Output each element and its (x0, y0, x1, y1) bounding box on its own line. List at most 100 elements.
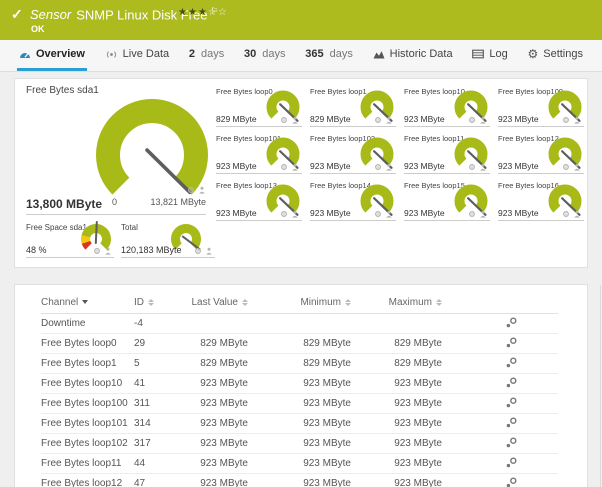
tab-365-days[interactable]: 365 days (303, 40, 355, 71)
edit-channel-icon[interactable] (505, 456, 518, 469)
tab-overview[interactable]: Overview (17, 40, 87, 71)
cell-channel[interactable]: Free Bytes loop100 (41, 398, 134, 409)
gauge-value: 829 MByte (216, 114, 257, 124)
column-header-maximum[interactable]: Maximum (351, 297, 442, 308)
gauge-tile-primary[interactable]: Free Bytes sda1 0 13,821 MByte 13,800 MB… (26, 85, 208, 215)
table-row-free-bytes-loop101[interactable]: Free Bytes loop101 314 923 MByte 923 MByte 9… (41, 414, 558, 434)
edit-channel-icon[interactable] (505, 336, 518, 349)
table-row-free-bytes-loop12[interactable]: Free Bytes loop12 47 923 MByte 923 MByte 923… (41, 474, 558, 487)
gauge-tile-free-bytes-loop13[interactable]: Free Bytes loop13 923 MByte (216, 181, 302, 221)
channel-pin-icon[interactable] (479, 116, 487, 124)
sensor-header: ✓ Sensor SNMP Linux Disk Free ⚐ ★★★☆☆ OK (0, 0, 602, 40)
channel-pin-icon[interactable] (291, 163, 299, 171)
cell-channel[interactable]: Free Bytes loop10 (41, 378, 134, 389)
tab-historic-data[interactable]: Historic Data (371, 40, 455, 71)
channel-settings-icon[interactable] (562, 163, 570, 171)
cell-channel[interactable]: Free Bytes loop1 (41, 358, 134, 369)
column-header-id[interactable]: ID (134, 297, 188, 308)
channel-pin-icon[interactable] (479, 210, 487, 218)
channel-settings-icon[interactable] (280, 116, 288, 124)
channel-pin-icon[interactable] (198, 186, 206, 194)
channel-pin-icon[interactable] (291, 116, 299, 124)
table-row-free-bytes-loop102[interactable]: Free Bytes loop102 317 923 MByte 923 MByte 9… (41, 434, 558, 454)
edit-channel-icon[interactable] (505, 436, 518, 449)
gauge-value: 923 MByte (404, 114, 445, 124)
gauge-tile-free-bytes-loop12[interactable]: Free Bytes loop12 923 MByte (498, 134, 584, 174)
edit-channel-icon[interactable] (505, 476, 518, 487)
channel-pin-icon[interactable] (573, 116, 581, 124)
column-header-channel[interactable]: Channel (41, 297, 134, 308)
tab-live-data[interactable]: Live Data (103, 40, 171, 71)
channel-settings-icon[interactable] (93, 247, 101, 255)
priority-stars[interactable]: ★★★☆☆ (178, 7, 228, 18)
channel-settings-icon[interactable] (562, 210, 570, 218)
star-empty-icon[interactable]: ☆ (208, 7, 218, 18)
cell-channel[interactable]: Free Bytes loop102 (41, 438, 134, 449)
column-header-minimum[interactable]: Minimum (248, 297, 351, 308)
channel-settings-icon[interactable] (374, 163, 382, 171)
channel-settings-icon[interactable] (187, 186, 195, 194)
channel-settings-icon[interactable] (468, 116, 476, 124)
edit-channel-icon[interactable] (505, 376, 518, 389)
tab-30-days[interactable]: 30 days (242, 40, 288, 71)
star-filled-icon[interactable]: ★ (178, 7, 188, 18)
gauge-tile-free-bytes-loop14[interactable]: Free Bytes loop14 923 MByte (310, 181, 396, 221)
channel-settings-icon[interactable] (468, 210, 476, 218)
cell-min: 923 MByte (303, 418, 351, 429)
edit-channel-icon[interactable] (505, 356, 518, 369)
cell-min: 829 MByte (303, 358, 351, 369)
tab-2-days[interactable]: 2 days (187, 40, 226, 71)
cell-max: 923 MByte (394, 438, 442, 449)
table-row-free-bytes-loop0[interactable]: Free Bytes loop0 29 829 MByte 829 MByte 829 … (41, 334, 558, 354)
channel-settings-icon[interactable] (468, 163, 476, 171)
star-empty-icon[interactable]: ☆ (218, 7, 228, 18)
channel-settings-icon[interactable] (194, 247, 202, 255)
star-filled-icon[interactable]: ★ (188, 7, 198, 18)
cell-channel[interactable]: Downtime (41, 318, 134, 329)
edit-channel-icon[interactable] (505, 316, 518, 329)
channel-pin-icon[interactable] (479, 163, 487, 171)
cell-channel[interactable]: Free Bytes loop11 (41, 458, 134, 469)
cell-id: 41 (134, 378, 146, 389)
channel-pin-icon[interactable] (573, 210, 581, 218)
channel-pin-icon[interactable] (385, 163, 393, 171)
channel-settings-icon[interactable] (280, 163, 288, 171)
channel-settings-icon[interactable] (374, 210, 382, 218)
channel-pin-icon[interactable] (385, 116, 393, 124)
gauge-tile-total[interactable]: Total 120,183 MByte (121, 223, 215, 258)
tab-log[interactable]: Log (470, 40, 509, 71)
tab-settings[interactable]: ⚙ Settings (525, 40, 585, 71)
channel-pin-icon[interactable] (291, 210, 299, 218)
channel-settings-icon[interactable] (280, 210, 288, 218)
table-row-free-bytes-loop11[interactable]: Free Bytes loop11 44 923 MByte 923 MByte 923… (41, 454, 558, 474)
gauge-tile-free-bytes-loop100[interactable]: Free Bytes loop100 923 MByte (498, 87, 584, 127)
gauge-tile-free-bytes-loop1[interactable]: Free Bytes loop1 829 MByte (310, 87, 396, 127)
column-header-last-value[interactable]: Last Value (188, 297, 248, 308)
gauge-tile-free-bytes-loop16[interactable]: Free Bytes loop16 923 MByte (498, 181, 584, 221)
cell-channel[interactable]: Free Bytes loop101 (41, 418, 134, 429)
channel-settings-icon[interactable] (562, 116, 570, 124)
cell-channel[interactable]: Free Bytes loop12 (41, 478, 134, 487)
channel-pin-icon[interactable] (385, 210, 393, 218)
table-row-free-bytes-loop10[interactable]: Free Bytes loop10 41 923 MByte 923 MByte 923… (41, 374, 558, 394)
table-row-free-bytes-loop1[interactable]: Free Bytes loop1 5 829 MByte 829 MByte 829 M… (41, 354, 558, 374)
table-row-downtime[interactable]: Downtime -4 (41, 314, 558, 334)
channel-pin-icon[interactable] (205, 247, 213, 255)
gauge-tile-free-bytes-loop0[interactable]: Free Bytes loop0 829 MByte (216, 87, 302, 127)
channel-settings-icon[interactable] (374, 116, 382, 124)
gauge-tile-free-bytes-loop101[interactable]: Free Bytes loop101 923 MByte (216, 134, 302, 174)
channel-pin-icon[interactable] (104, 247, 112, 255)
edit-channel-icon[interactable] (505, 396, 518, 409)
cell-channel[interactable]: Free Bytes loop0 (41, 338, 134, 349)
gauge-tile-free-space-sda1[interactable]: Free Space sda1 48 % (26, 221, 114, 258)
edit-channel-icon[interactable] (505, 416, 518, 429)
gauge-tile-free-bytes-loop15[interactable]: Free Bytes loop15 923 MByte (404, 181, 490, 221)
gauge-scale-max: 13,821 MByte (150, 197, 206, 207)
scrollbar-track[interactable] (600, 285, 601, 487)
gauge-tile-free-bytes-loop11[interactable]: Free Bytes loop11 923 MByte (404, 134, 490, 174)
gauge-tile-free-bytes-loop10[interactable]: Free Bytes loop10 923 MByte (404, 87, 490, 127)
table-row-free-bytes-loop100[interactable]: Free Bytes loop100 311 923 MByte 923 MByte 9… (41, 394, 558, 414)
star-filled-icon[interactable]: ★ (198, 7, 208, 18)
channel-pin-icon[interactable] (573, 163, 581, 171)
gauge-tile-free-bytes-loop102[interactable]: Free Bytes loop102 923 MByte (310, 134, 396, 174)
